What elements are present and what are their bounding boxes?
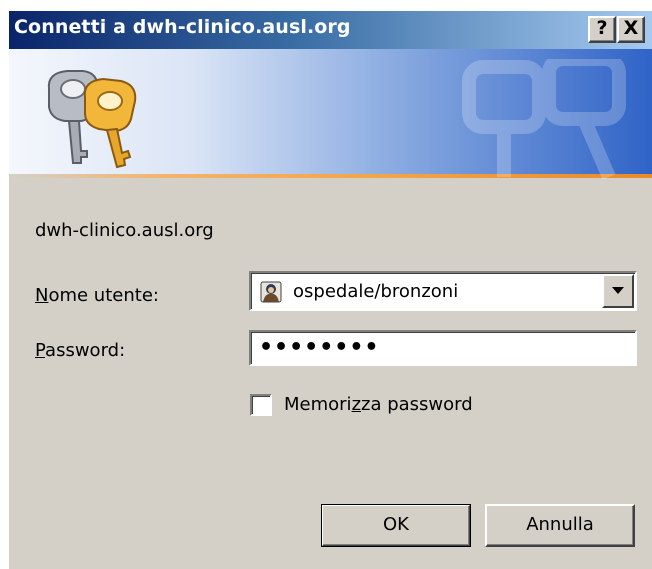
password-field[interactable]: ••••••••: [249, 330, 637, 366]
ok-button[interactable]: OK: [321, 504, 471, 547]
remember-password-label[interactable]: Memorizza password: [284, 394, 473, 415]
password-value: ••••••••: [259, 335, 380, 360]
remember-password-checkbox[interactable]: [250, 394, 272, 416]
username-label-text: ome utente:: [48, 285, 159, 306]
username-combobox[interactable]: ospedale/bronzoni: [249, 271, 637, 311]
help-button[interactable]: ?: [588, 16, 616, 43]
username-value: ospedale/bronzoni: [293, 281, 459, 302]
username-dropdown-button[interactable]: [602, 274, 634, 308]
login-dialog: Connetti a dwh-clinico.ausl.org ? X dwh-…: [8, 10, 652, 569]
remember-label-before: Memori: [284, 394, 352, 415]
keys-icon: [47, 70, 137, 169]
keys-watermark-icon: [462, 59, 626, 179]
title-bar[interactable]: Connetti a dwh-clinico.ausl.org ? X: [9, 11, 652, 49]
close-button[interactable]: X: [617, 16, 645, 43]
cancel-button[interactable]: Annulla: [485, 504, 635, 547]
username-label-accel: N: [35, 285, 49, 306]
user-icon: [260, 281, 282, 303]
remember-label-after: za password: [361, 394, 473, 415]
remember-label-accel: z: [351, 394, 362, 415]
password-label-text: assword:: [45, 340, 126, 361]
chevron-down-icon: [612, 287, 624, 294]
server-name: dwh-clinico.ausl.org: [35, 220, 214, 241]
password-label: Password:: [35, 340, 125, 361]
username-label: Nome utente:: [35, 285, 159, 306]
window-title: Connetti a dwh-clinico.ausl.org: [14, 16, 351, 38]
password-label-accel: P: [35, 340, 46, 361]
